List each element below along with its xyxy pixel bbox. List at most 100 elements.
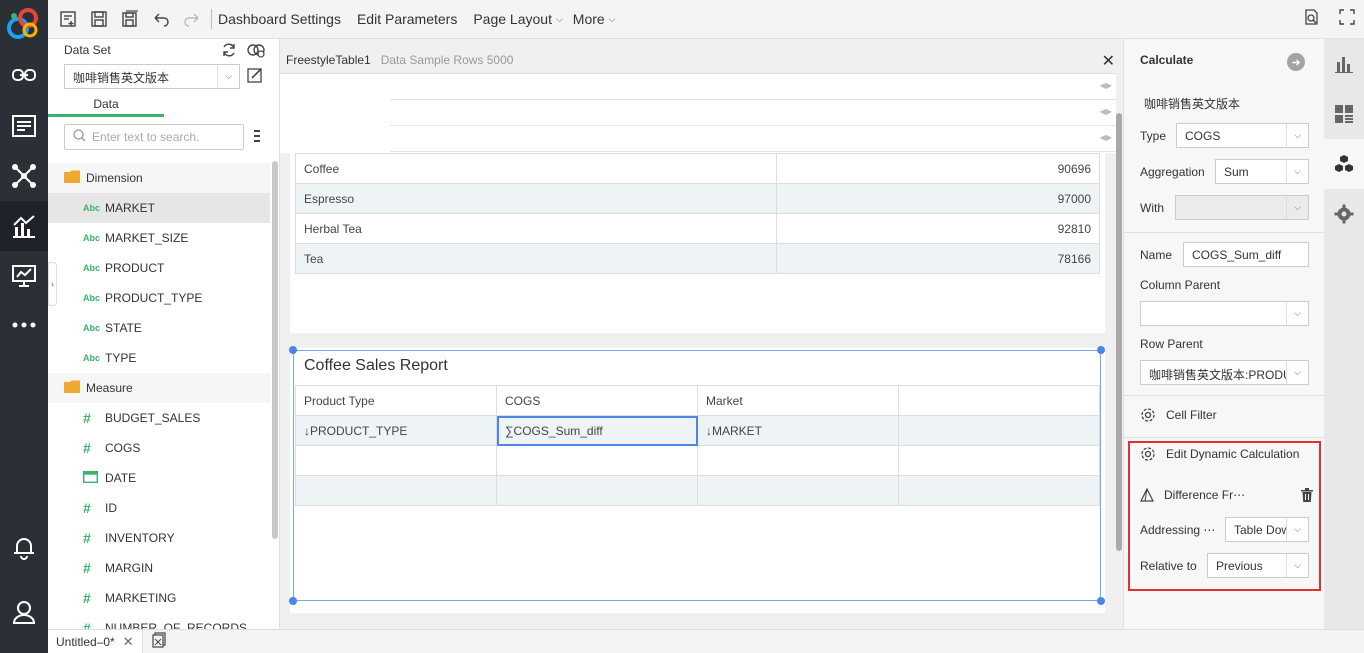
arrow-right-icon[interactable]: ➜ bbox=[1287, 53, 1305, 71]
field-item[interactable]: # NUMBER_OF_RECORDS bbox=[48, 613, 270, 629]
close-icon[interactable]: ✕ bbox=[123, 634, 134, 650]
table-cell[interactable]: Coffee bbox=[295, 153, 777, 184]
field-item[interactable]: Abc STATE bbox=[48, 313, 270, 343]
table-cell[interactable] bbox=[496, 445, 698, 476]
resize-handle[interactable] bbox=[1097, 597, 1105, 605]
table-cell[interactable]: Tea bbox=[295, 243, 777, 274]
table-row[interactable]: Tea 78166 bbox=[295, 243, 1100, 274]
table-cell[interactable] bbox=[898, 475, 1100, 506]
field-item[interactable]: DATE bbox=[48, 463, 270, 493]
close-icon[interactable]: ✕ bbox=[1102, 51, 1115, 71]
dataset-switch-icon[interactable] bbox=[247, 42, 265, 61]
table-cell[interactable] bbox=[898, 445, 1100, 476]
analysis-chart-icon[interactable] bbox=[0, 201, 48, 251]
menu-more[interactable]: More ⌵ bbox=[573, 11, 616, 27]
edit-icon[interactable] bbox=[247, 67, 263, 86]
list-icon[interactable] bbox=[0, 101, 48, 151]
with-select[interactable]: ⌵ bbox=[1175, 195, 1309, 220]
scroll-arrows-icon[interactable]: ◀▶ bbox=[1100, 107, 1112, 116]
field-item[interactable]: # MARKETING bbox=[48, 583, 270, 613]
folder-dimension[interactable]: Dimension bbox=[48, 163, 270, 193]
tab-chart[interactable] bbox=[1324, 39, 1364, 89]
new-document-icon[interactable] bbox=[52, 0, 83, 39]
type-select[interactable]: COGS ⌵ bbox=[1176, 123, 1309, 148]
menu-dashboard-settings[interactable]: Dashboard Settings bbox=[218, 11, 341, 27]
table-row[interactable]: Herbal Tea 92810 bbox=[295, 213, 1100, 244]
tab-layout[interactable] bbox=[1324, 89, 1364, 139]
table-cell[interactable]: 92810 bbox=[775, 213, 1100, 244]
more-icon[interactable] bbox=[0, 300, 48, 350]
column-header[interactable] bbox=[898, 385, 1100, 416]
documents-icon[interactable] bbox=[151, 632, 167, 651]
tab-settings[interactable] bbox=[1324, 189, 1364, 239]
menu-edit-parameters[interactable]: Edit Parameters bbox=[357, 11, 457, 27]
user-icon[interactable] bbox=[0, 587, 48, 637]
scroll-arrows-icon[interactable]: ◀▶ bbox=[1100, 133, 1112, 142]
menu-page-layout[interactable]: Page Layout ⌵ bbox=[473, 11, 562, 27]
table-row[interactable]: Espresso 97000 bbox=[295, 183, 1100, 214]
bell-icon[interactable] bbox=[0, 522, 48, 572]
table-cell[interactable] bbox=[295, 445, 497, 476]
field-item[interactable]: # COGS bbox=[48, 433, 270, 463]
edit-dynamic-calculation-button[interactable]: Edit Dynamic Calculation bbox=[1140, 446, 1299, 462]
table-cell[interactable] bbox=[496, 475, 698, 506]
preview-icon[interactable] bbox=[1302, 8, 1320, 29]
addressing-select[interactable]: Table Dow ⌵ bbox=[1225, 517, 1309, 542]
table-row[interactable]: Coffee 90696 bbox=[295, 153, 1100, 184]
network-icon[interactable] bbox=[0, 151, 48, 201]
report-card[interactable]: Coffee Sales Report Product Type COGS Ma… bbox=[289, 346, 1105, 613]
trash-icon[interactable] bbox=[1301, 488, 1313, 505]
table-cell[interactable]: 97000 bbox=[775, 183, 1100, 214]
table-cell[interactable]: ↓MARKET bbox=[697, 415, 899, 446]
field-item[interactable]: Abc PRODUCT_TYPE bbox=[48, 283, 270, 313]
fullscreen-icon[interactable] bbox=[1338, 8, 1356, 29]
collapse-panel-handle[interactable]: › bbox=[48, 262, 57, 306]
field-item[interactable]: # BUDGET_SALES bbox=[48, 403, 270, 433]
folder-measure[interactable]: Measure bbox=[48, 373, 270, 403]
dataset-select[interactable]: 咖啡销售英文版本 ⌵ bbox=[64, 64, 240, 89]
column-parent-select[interactable]: ⌵ bbox=[1140, 301, 1309, 326]
resize-handle[interactable] bbox=[289, 346, 297, 354]
table-cell[interactable] bbox=[898, 415, 1100, 446]
tab-data[interactable]: Data bbox=[48, 97, 164, 117]
resize-handle[interactable] bbox=[1097, 346, 1105, 354]
row-parent-select[interactable]: 咖啡销售英文版本:PRODU ⌵ bbox=[1140, 360, 1309, 385]
table-cell[interactable]: 78166 bbox=[775, 243, 1100, 274]
table-cell[interactable]: Herbal Tea bbox=[295, 213, 777, 244]
redo-icon[interactable] bbox=[176, 0, 207, 39]
more-vertical-icon[interactable] bbox=[254, 129, 260, 146]
tree-scrollbar[interactable] bbox=[272, 161, 278, 539]
canvas-scrollbar[interactable] bbox=[1116, 113, 1122, 551]
table-cell[interactable] bbox=[697, 475, 899, 506]
save-as-icon[interactable] bbox=[114, 0, 145, 39]
scroll-arrows-icon[interactable]: ◀▶ bbox=[1100, 81, 1112, 90]
save-icon[interactable] bbox=[83, 0, 114, 39]
field-item[interactable]: # MARGIN bbox=[48, 553, 270, 583]
difference-item[interactable]: Difference Fr⋯ bbox=[1140, 488, 1245, 502]
tab-calculate[interactable] bbox=[1324, 139, 1364, 189]
table-cell[interactable]: 90696 bbox=[775, 153, 1100, 184]
name-input[interactable]: COGS_Sum_diff bbox=[1183, 242, 1309, 267]
cell-filter-button[interactable]: Cell Filter bbox=[1140, 407, 1217, 423]
column-header[interactable]: Product Type bbox=[295, 385, 497, 416]
field-item[interactable]: Abc MARKET_SIZE bbox=[48, 223, 270, 253]
document-tab[interactable]: Untitled–0* ✕ bbox=[48, 629, 143, 653]
column-header[interactable]: Market bbox=[697, 385, 899, 416]
field-item[interactable]: # ID bbox=[48, 493, 270, 523]
undo-icon[interactable] bbox=[145, 0, 176, 39]
table-cell[interactable]: ↓PRODUCT_TYPE bbox=[295, 415, 497, 446]
selected-cell[interactable]: ∑COGS_Sum_diff bbox=[496, 415, 698, 446]
link-icon[interactable] bbox=[0, 50, 48, 100]
field-item[interactable]: Abc PRODUCT bbox=[48, 253, 270, 283]
field-item[interactable]: Abc TYPE bbox=[48, 343, 270, 373]
table-cell[interactable] bbox=[295, 475, 497, 506]
search-box[interactable] bbox=[64, 124, 244, 150]
field-item[interactable]: Abc MARKET bbox=[48, 193, 270, 223]
field-item[interactable]: # INVENTORY bbox=[48, 523, 270, 553]
table-cell[interactable] bbox=[697, 445, 899, 476]
table-cell[interactable]: Espresso bbox=[295, 183, 777, 214]
resize-handle[interactable] bbox=[289, 597, 297, 605]
column-header[interactable]: COGS bbox=[496, 385, 698, 416]
relative-to-select[interactable]: Previous ⌵ bbox=[1207, 553, 1309, 578]
aggregation-select[interactable]: Sum ⌵ bbox=[1215, 159, 1309, 184]
